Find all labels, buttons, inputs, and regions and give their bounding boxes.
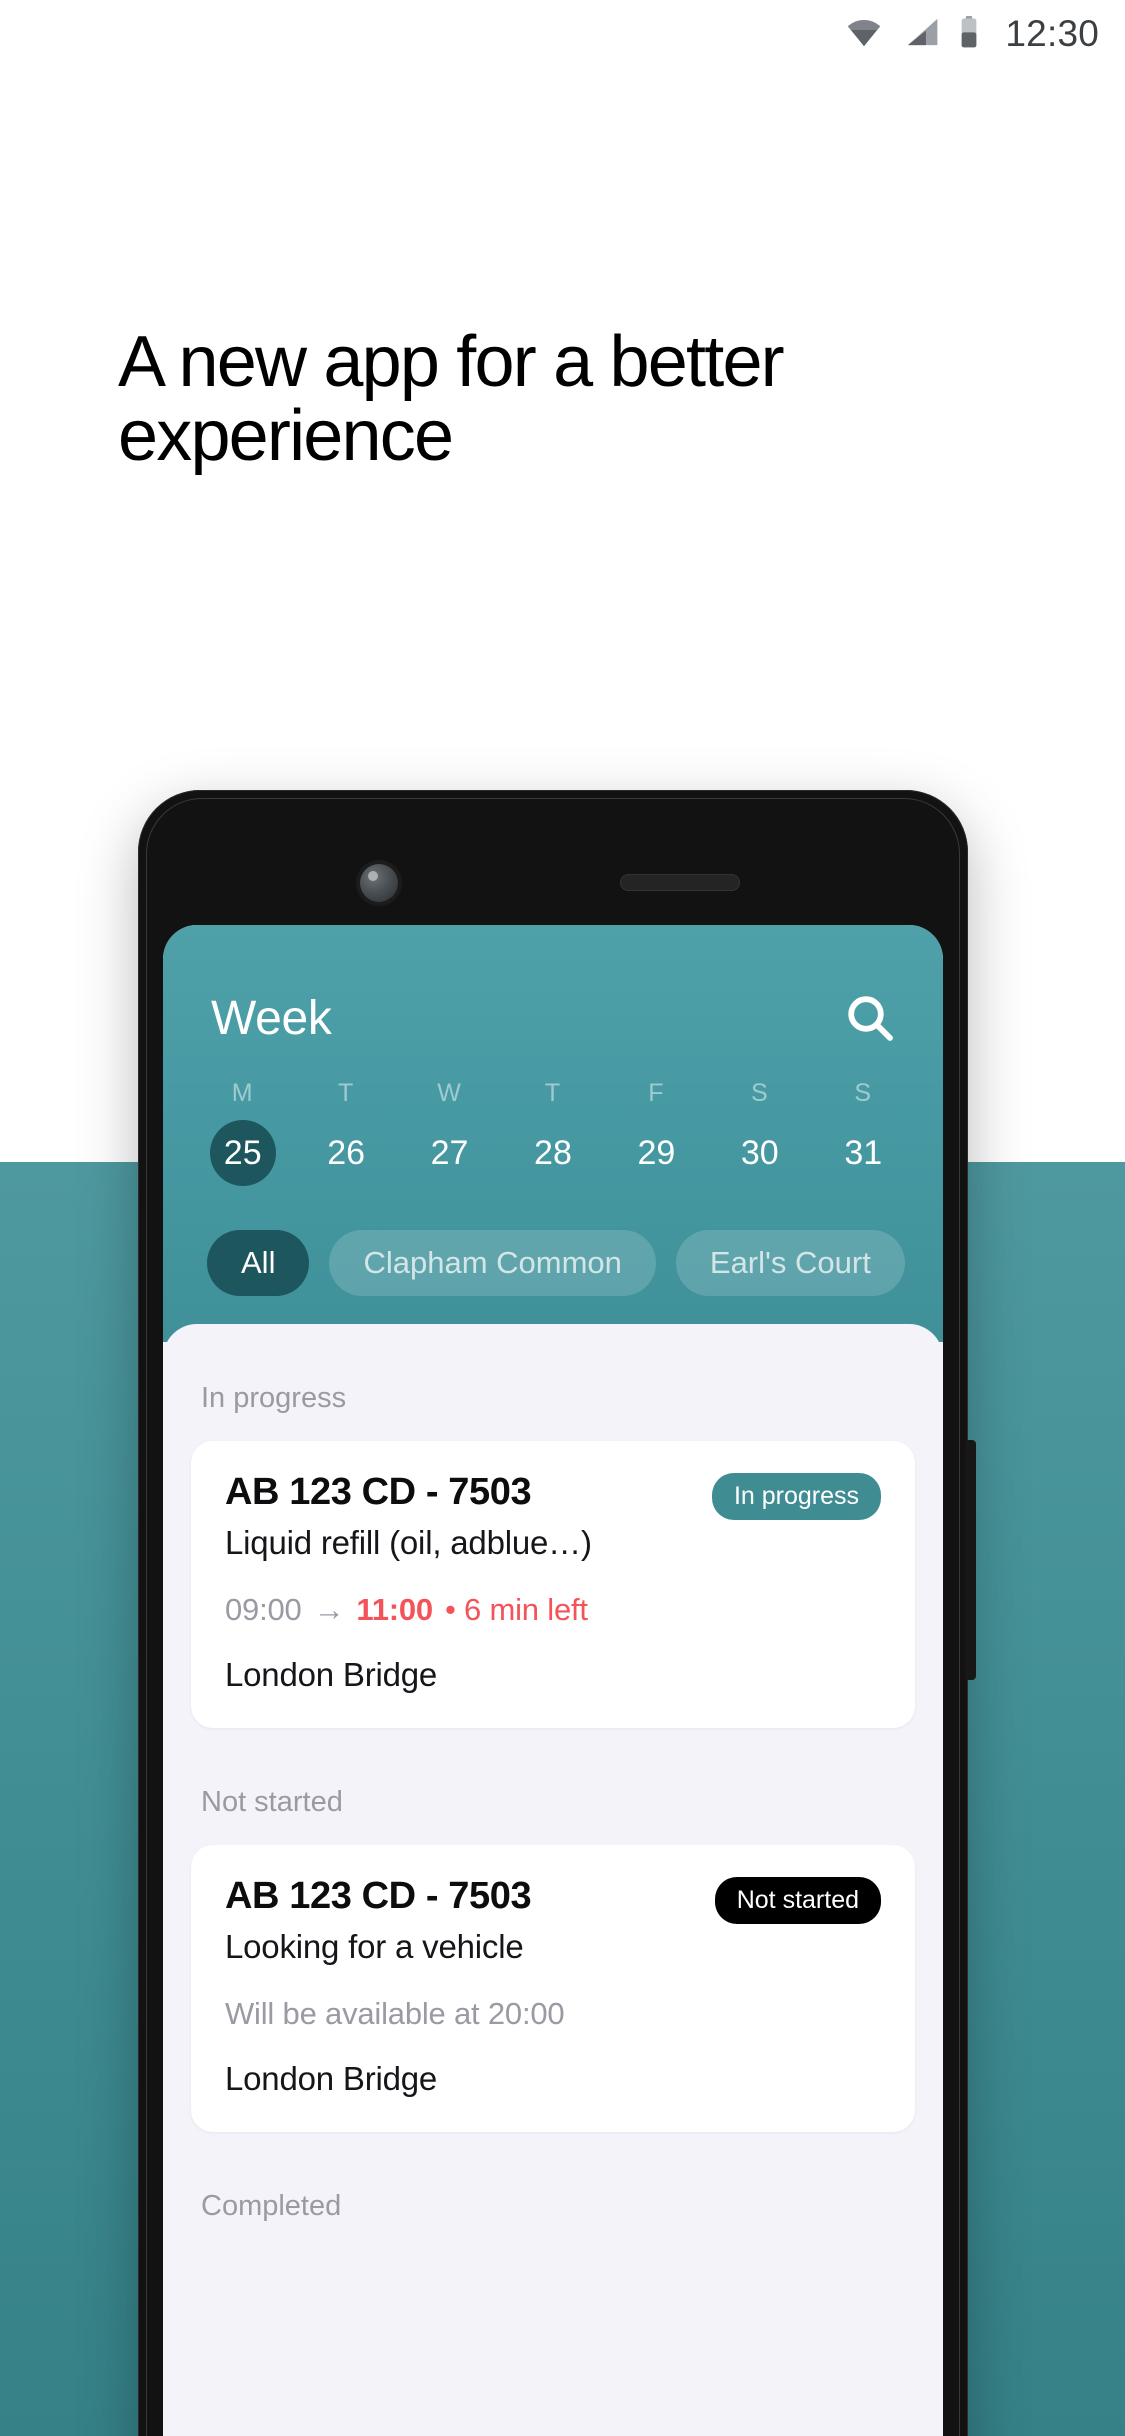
vehicle-plate: AB 123 CD - 7503	[225, 1875, 532, 1917]
filter-chip-clapham-common[interactable]: Clapham Common	[329, 1230, 656, 1296]
battery-icon	[959, 15, 979, 53]
week-day-0[interactable]: M 25	[191, 1079, 294, 1186]
week-day-letter: S	[750, 1079, 769, 1107]
week-day-number[interactable]: 26	[313, 1120, 379, 1186]
job-location: London Bridge	[225, 2060, 438, 2097]
section-label-not-started: Not started	[201, 1786, 343, 1818]
filter-chip-all[interactable]: All	[207, 1230, 310, 1296]
week-day-4[interactable]: F 29	[605, 1079, 708, 1186]
job-start-time: 09:00	[225, 1592, 302, 1627]
week-day-strip: M 25 T 26 W 27 T 28 F 29 S 30 S 31	[163, 1049, 943, 1186]
week-day-letter: T	[337, 1079, 355, 1107]
section-label-completed: Completed	[201, 2190, 342, 2222]
job-location: London Bridge	[225, 1656, 438, 1693]
week-day-letter: F	[648, 1079, 665, 1107]
week-day-3[interactable]: T 28	[501, 1079, 604, 1186]
week-day-number[interactable]: 27	[417, 1120, 483, 1186]
job-task-description: Looking for a vehicle	[225, 1928, 524, 1965]
page-title: A new app for a better experience	[118, 322, 785, 477]
week-day-number[interactable]: 25	[209, 1120, 276, 1186]
week-day-6[interactable]: S 31	[812, 1079, 915, 1186]
job-list-sheet: In progress AB 123 CD - 7503 In progress…	[163, 1324, 943, 2249]
search-icon	[848, 996, 893, 1041]
location-filter-chips: All Clapham Common Earl's Court	[163, 1186, 943, 1342]
front-camera-icon	[360, 864, 398, 902]
filter-chip-earls-court[interactable]: Earl's Court	[675, 1230, 905, 1296]
job-end-time: 11:00	[356, 1592, 433, 1627]
search-button[interactable]	[839, 987, 901, 1049]
job-card-header: AB 123 CD - 7503 In progress	[225, 1471, 881, 1520]
app-header: Week M 25 T 26 W 27 T 28 F 29 S 30 S 31 …	[163, 925, 943, 1342]
job-availability: Will be available at 20:00	[225, 1996, 565, 2031]
week-day-number[interactable]: 31	[830, 1120, 896, 1186]
week-day-letter: S	[854, 1079, 873, 1107]
section-label-in-progress: In progress	[201, 1382, 347, 1414]
vehicle-plate: AB 123 CD - 7503	[225, 1471, 532, 1513]
app-title: Week	[211, 991, 332, 1045]
cellular-signal-icon	[903, 17, 939, 52]
week-day-1[interactable]: T 26	[294, 1079, 397, 1186]
arrow-right-icon: →	[313, 1592, 345, 1627]
week-day-number[interactable]: 30	[727, 1120, 793, 1186]
phone-screen: Week M 25 T 26 W 27 T 28 F 29 S 30 S 31 …	[163, 925, 943, 2436]
phone-power-button	[965, 1440, 976, 1680]
week-day-number[interactable]: 28	[520, 1120, 586, 1186]
status-bar: 12:30	[0, 0, 1125, 68]
job-time-remaining: • 6 min left	[444, 1592, 588, 1627]
app-header-top-row: Week	[163, 987, 943, 1049]
week-day-5[interactable]: S 30	[708, 1079, 811, 1186]
phone-mockup: Week M 25 T 26 W 27 T 28 F 29 S 30 S 31 …	[138, 790, 976, 2436]
job-card-not-started[interactable]: AB 123 CD - 7503 Not started Looking for…	[191, 1845, 915, 2132]
wifi-icon	[845, 17, 883, 52]
status-badge: In progress	[711, 1473, 881, 1520]
week-day-number[interactable]: 29	[623, 1120, 689, 1186]
job-timeline: 09:00 → 11:00 • 6 min left	[225, 1592, 881, 1628]
week-day-2[interactable]: W 27	[398, 1079, 501, 1186]
earpiece-speaker	[620, 874, 740, 891]
job-card-header: AB 123 CD - 7503 Not started	[225, 1875, 881, 1924]
week-day-letter: M	[231, 1079, 254, 1107]
status-badge: Not started	[714, 1877, 881, 1924]
page-root: 12:30 A new app for a better experience …	[0, 0, 1125, 2436]
week-day-letter: W	[437, 1079, 462, 1107]
status-bar-clock: 12:30	[1005, 13, 1099, 54]
week-day-letter: T	[544, 1079, 562, 1107]
job-task-description: Liquid refill (oil, adblue…)	[225, 1524, 592, 1561]
job-card-in-progress[interactable]: AB 123 CD - 7503 In progress Liquid refi…	[191, 1441, 915, 1728]
